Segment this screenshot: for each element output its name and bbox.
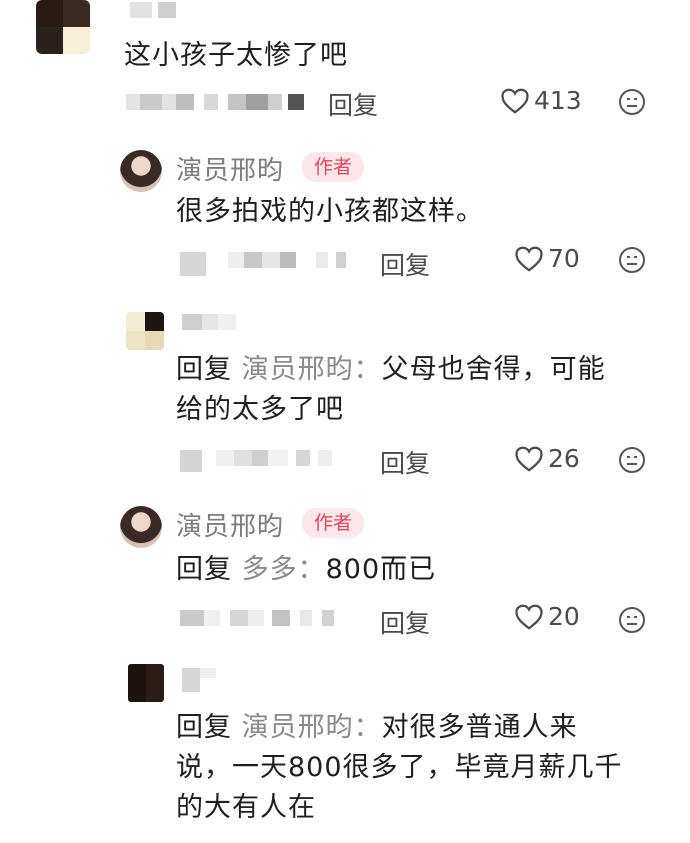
timestamp-mosaic	[180, 610, 334, 626]
avatar[interactable]	[36, 0, 90, 54]
timestamp-mosaic	[180, 450, 332, 472]
reply-button[interactable]: 回复	[380, 246, 430, 282]
unhappy-face-icon[interactable]	[618, 446, 646, 474]
like-count: 70	[548, 244, 580, 273]
comment-text: 回复 演员邢昀：父母也舍得，可能 给的太多了吧	[176, 350, 606, 430]
timestamp-mosaic	[126, 94, 304, 110]
reply-target[interactable]: 演员邢昀：	[242, 354, 382, 385]
like-count: 26	[548, 444, 580, 473]
avatar[interactable]	[126, 312, 164, 350]
like-button[interactable]: 70	[514, 244, 580, 273]
heart-outline-icon	[515, 604, 543, 630]
heart-outline-icon	[501, 88, 529, 114]
reply-target[interactable]: 演员邢昀：	[242, 712, 382, 743]
comment-text-line3: 的大有人在	[176, 792, 316, 823]
reply-prefix: 回复	[176, 554, 232, 585]
unhappy-face-icon[interactable]	[618, 88, 646, 116]
like-button[interactable]: 26	[514, 444, 580, 473]
heart-outline-icon	[515, 246, 543, 272]
username-mosaic[interactable]	[182, 668, 216, 692]
author-name[interactable]: 演员邢昀	[176, 150, 284, 187]
like-button[interactable]: 20	[514, 602, 580, 631]
unhappy-face-icon[interactable]	[618, 606, 646, 634]
reply-button[interactable]: 回复	[380, 604, 430, 640]
reply-button[interactable]: 回复	[380, 444, 430, 480]
comment-text-line2: 说，一天800很多了，毕竟月薪几千	[176, 752, 623, 783]
comment-text-line2: 给的太多了吧	[176, 394, 344, 425]
comment-text: 回复 演员邢昀：对很多普通人来 说，一天800很多了，毕竟月薪几千 的大有人在	[176, 708, 623, 828]
avatar[interactable]	[128, 664, 164, 702]
comment-text: 这小孩子太惨了吧	[124, 40, 348, 71]
comment-text-line1: 父母也舍得，可能	[381, 354, 606, 385]
author-avatar[interactable]	[120, 150, 162, 192]
reply-button[interactable]: 回复	[328, 86, 378, 122]
timestamp-mosaic	[180, 252, 346, 276]
author-badge: 作者	[302, 508, 365, 538]
username-mosaic[interactable]	[182, 314, 236, 330]
heart-outline-icon	[515, 446, 543, 472]
comment-text-body: 800而已	[325, 554, 437, 585]
like-count: 20	[548, 602, 580, 631]
username-mosaic[interactable]	[130, 2, 176, 18]
reply-prefix: 回复	[176, 354, 232, 385]
unhappy-face-icon[interactable]	[618, 246, 646, 274]
like-button[interactable]: 413	[500, 86, 582, 115]
like-count: 413	[534, 86, 582, 115]
comment-text-line1: 对很多普通人来	[381, 712, 578, 743]
reply-target[interactable]: 多多：	[242, 554, 326, 585]
author-badge: 作者	[302, 152, 365, 182]
author-avatar[interactable]	[120, 506, 162, 548]
comment-text: 很多拍戏的小孩都这样。	[176, 196, 484, 227]
comment-text: 回复 多多：800而已	[176, 550, 436, 590]
reply-prefix: 回复	[176, 712, 232, 743]
author-name[interactable]: 演员邢昀	[176, 506, 284, 543]
